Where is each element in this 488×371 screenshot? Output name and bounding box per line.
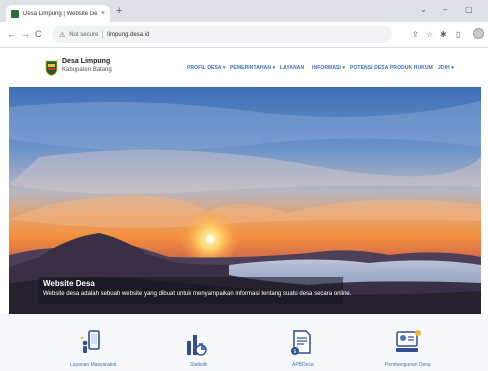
favicon-icon (11, 9, 19, 18)
tab-title: Desa Limpung | Website Desa Li (23, 10, 97, 17)
tab-search-icon[interactable]: ⌄ (420, 4, 427, 16)
divider (102, 30, 104, 39)
feature-label-statistik[interactable]: Statistik (190, 362, 208, 368)
minimize-button[interactable]: – (443, 4, 447, 16)
tab-strip: Desa Limpung | Website Desa Li × + ⌄ – ▢ (0, 0, 488, 22)
service-icon[interactable] (80, 329, 102, 355)
back-button[interactable]: ← (7, 29, 16, 40)
address-bar-row: ← → C ⚠ Not secure limpung.desa.id ⇪ ☆ ✱… (0, 22, 488, 48)
close-tab-icon[interactable]: × (101, 10, 105, 17)
browser-window: Desa Limpung | Website Desa Li × + ⌄ – ▢… (0, 0, 488, 371)
feature-label-pembangunan[interactable]: Pembangunan Desa (385, 362, 431, 368)
star-icon[interactable]: ☆ (426, 29, 433, 40)
url-bar[interactable]: ⚠ Not secure limpung.desa.id (52, 26, 392, 43)
nav-informasi[interactable]: INFORMASI ▾ (312, 65, 345, 71)
feature-label-layanan[interactable]: Layanan Masyarakat (70, 362, 116, 368)
extension-icon[interactable]: ✱ (440, 29, 447, 40)
statistics-icon[interactable] (185, 329, 209, 357)
hero-title: Website Desa (43, 279, 95, 288)
nav-profil-desa[interactable]: PROFIL DESA ▾ (187, 65, 226, 71)
brand-subtitle: Kabupaten Batang (62, 67, 112, 73)
development-icon[interactable] (394, 329, 422, 355)
warning-icon[interactable]: ⚠ (59, 31, 65, 39)
reload-button[interactable]: C (35, 29, 42, 40)
village-logo-icon[interactable] (45, 60, 58, 76)
nav-produk-hukum[interactable]: PRODUK HUKUM (390, 65, 433, 71)
url-text[interactable]: limpung.desa.id (107, 32, 149, 38)
svg-text:$: $ (293, 349, 296, 355)
hero-description: Website desa adalah sebuah website yang … (43, 291, 352, 297)
new-tab-button[interactable]: + (116, 4, 122, 18)
browser-tab[interactable]: Desa Limpung | Website Desa Li × (6, 5, 110, 22)
security-label: Not secure (69, 31, 99, 38)
sidepanel-icon[interactable]: ▯ (456, 29, 460, 40)
nav-jdih[interactable]: JDIH ▾ (438, 65, 454, 71)
brand-name[interactable]: Desa Limpung (62, 58, 110, 65)
nav-pemerintahan[interactable]: PEMERINTAHAN ▾ (230, 65, 275, 71)
nav-potensi-desa[interactable]: POTENSI DESA (350, 65, 388, 71)
share-icon[interactable]: ⇪ (412, 29, 419, 40)
maximize-button[interactable]: ▢ (465, 4, 473, 16)
nav-layanan[interactable]: LAYANAN (280, 65, 304, 71)
budget-icon[interactable]: $ (289, 329, 313, 357)
forward-button[interactable]: → (21, 29, 30, 40)
feature-label-apbdesa[interactable]: APBDesa (292, 362, 314, 368)
profile-avatar[interactable] (473, 28, 484, 39)
